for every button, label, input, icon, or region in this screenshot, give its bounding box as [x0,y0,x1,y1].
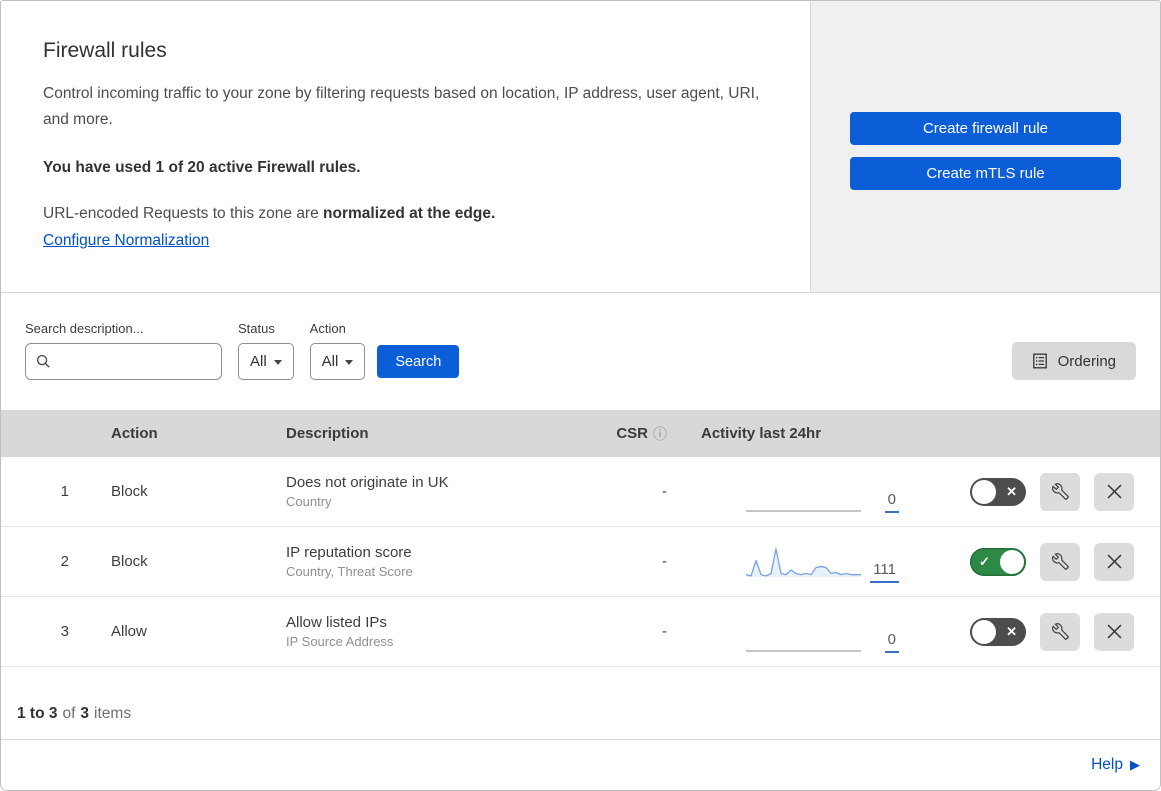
pagination-range: 1 to 3 [17,705,58,722]
table-header: Action Description CSR ⓘ Activity last 2… [1,410,1160,457]
rule-description: IP reputation score [286,544,412,561]
column-action: Action [111,425,158,442]
create-firewall-rule-button[interactable]: Create firewall rule [850,112,1121,145]
column-csr: CSR ⓘ [616,424,667,444]
status-dropdown[interactable]: All [238,343,294,380]
pagination-summary: 1 to 3 of 3 items [1,667,1160,740]
rule-action: Block [111,553,148,570]
rule-fields: Country [286,494,332,509]
normalization-text: URL-encoded Requests to this zone are [43,205,324,222]
toggle-knob [972,619,996,644]
rule-priority: 3 [60,623,69,640]
normalization-bold: normalized at the edge. [323,205,496,222]
wrench-icon [1051,553,1069,570]
edit-rule-button[interactable] [1040,612,1080,651]
table-row: 3 Allow Allow listed IPs IP Source Addre… [1,597,1160,667]
activity-sparkline-chart [746,548,861,578]
wrench-icon [1051,623,1069,640]
toggle-knob [1000,549,1024,574]
column-description: Description [286,425,369,442]
check-icon: ✓ [979,553,990,569]
search-input-wrapper [25,343,222,380]
table-row: 1 Block Does not originate in UK Country… [1,457,1160,527]
x-icon: ✕ [1006,623,1017,639]
rule-fields: IP Source Address [286,634,394,649]
close-icon [1107,554,1121,569]
activity-sparkline-flat [746,650,861,652]
rule-priority: 1 [60,483,69,500]
wrench-icon [1051,483,1069,500]
chevron-down-icon [345,360,354,365]
action-dropdown[interactable]: All [309,343,366,380]
configure-normalization-link[interactable]: Configure Normalization [43,232,209,249]
info-icon[interactable]: ⓘ [653,424,667,444]
rule-action: Allow [111,623,147,640]
activity-sparkline-flat [746,510,861,512]
action-dropdown-value: All [321,353,339,370]
edit-rule-button[interactable] [1040,542,1080,581]
rule-priority: 2 [60,553,69,570]
close-icon [1107,624,1121,639]
pagination-total: 3 [80,705,90,722]
delete-rule-button[interactable] [1094,612,1134,651]
rule-description: Allow listed IPs [286,614,387,631]
normalization-note: URL-encoded Requests to this zone are no… [43,205,770,223]
ordering-button[interactable]: Ordering [1011,342,1136,380]
rule-description: Does not originate in UK [286,474,449,491]
rule-csr: - [662,623,667,640]
page-title: Firewall rules [43,39,167,62]
help-link[interactable]: Help [1091,756,1123,774]
activity-count-link[interactable]: 0 [884,631,899,653]
rule-enabled-toggle[interactable]: ✓ ✕ [970,477,1026,506]
rule-enabled-toggle[interactable]: ✓ ✕ [970,547,1026,576]
table-row: 2 Block IP reputation score Country, Thr… [1,527,1160,597]
create-mtls-rule-button[interactable]: Create mTLS rule [850,157,1121,190]
rule-action: Block [111,483,148,500]
rule-enabled-toggle[interactable]: ✓ ✕ [970,617,1026,646]
delete-rule-button[interactable] [1094,542,1134,581]
page-description: Control incoming traffic to your zone by… [43,85,760,128]
ordering-button-label: Ordering [1057,352,1116,370]
search-icon [36,354,50,368]
filter-bar: Search description... Status All Action … [1,293,1160,410]
pagination-items: items [94,705,132,722]
rule-fields: Country, Threat Score [286,564,413,579]
usage-summary: You have used 1 of 20 active Firewall ru… [43,159,361,176]
rule-csr: - [662,483,667,500]
column-activity: Activity last 24hr [701,425,822,442]
x-icon: ✕ [1006,483,1017,499]
action-label: Action [309,321,346,336]
search-input[interactable] [59,353,211,370]
header-text-panel: Firewall rules Control incoming traffic … [1,1,811,292]
activity-count-link[interactable]: 111 [870,561,899,583]
close-icon [1107,484,1121,499]
status-label: Status [238,321,275,336]
actions-panel: Create firewall rule Create mTLS rule [811,1,1160,292]
edit-rule-button[interactable] [1040,472,1080,511]
chevron-down-icon [273,360,282,365]
firewall-rules-card: Firewall rules Control incoming traffic … [0,0,1161,791]
help-row: Help ▶ [1,740,1160,790]
help-arrow-icon[interactable]: ▶ [1130,757,1140,773]
search-button[interactable]: Search [377,345,460,378]
status-dropdown-value: All [250,353,267,370]
rule-csr: - [662,553,667,570]
pagination-of: of [62,705,76,722]
activity-count-link[interactable]: 0 [884,491,899,513]
header-section: Firewall rules Control incoming traffic … [1,1,1160,293]
search-label: Search description... [25,321,144,336]
ordering-list-icon [1032,353,1047,369]
delete-rule-button[interactable] [1094,472,1134,511]
toggle-knob [972,479,996,504]
